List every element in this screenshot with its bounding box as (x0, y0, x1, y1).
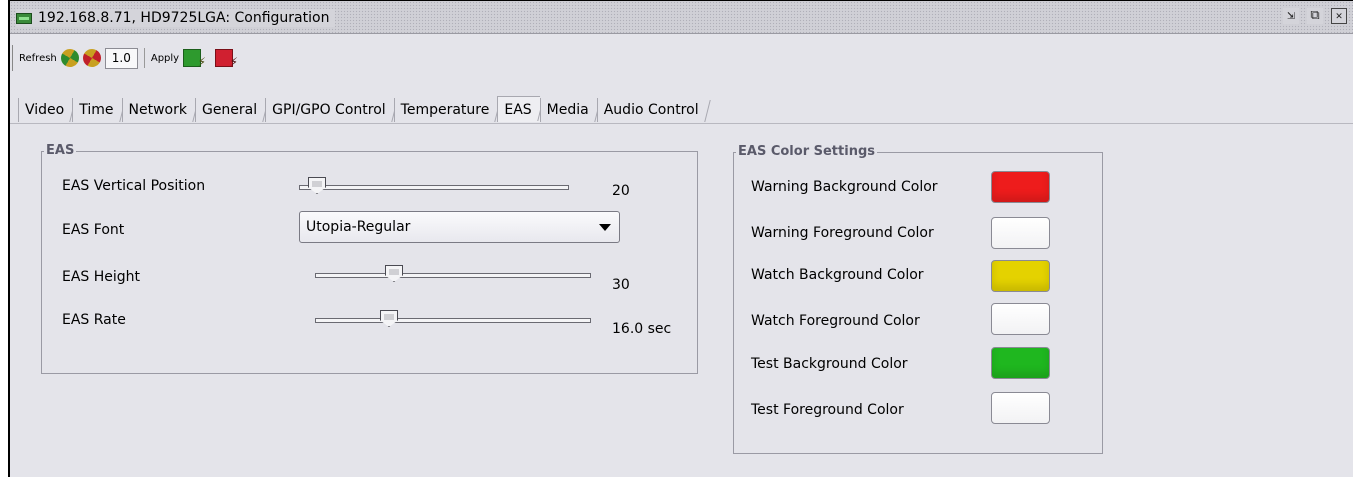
height-thumb[interactable] (385, 265, 403, 282)
maximize-icon[interactable]: ⧉ (1307, 8, 1323, 24)
tab-media[interactable]: Media (539, 98, 597, 122)
warning-bg-label: Warning Background Color (751, 179, 938, 195)
warning-fg-label: Warning Foreground Color (751, 225, 934, 241)
chevron-down-icon (599, 224, 611, 231)
tab-temperature[interactable]: Temperature (393, 98, 498, 122)
tab-underline (10, 123, 1353, 124)
tab-audio-control[interactable]: Audio Control (596, 98, 707, 122)
tab-general[interactable]: General (194, 98, 266, 122)
apply-disabled-icon[interactable] (215, 49, 238, 69)
tab-time[interactable]: Time (72, 98, 122, 122)
title-bar[interactable]: 192.168.8.71, HD9725LGA: Configuration ⇲… (10, 1, 1353, 34)
close-icon[interactable]: ✕ (1331, 8, 1347, 24)
refresh-icon[interactable] (57, 45, 83, 71)
toolbar: Refresh 1.0 Apply (10, 35, 1353, 92)
toolbar-row: Refresh 1.0 Apply (12, 45, 238, 71)
watch-fg-color-button[interactable] (991, 303, 1050, 335)
rate-thumb[interactable] (380, 310, 398, 327)
vertical-position-label: EAS Vertical Position (62, 178, 206, 194)
tab-video[interactable]: Video (18, 98, 73, 122)
font-select[interactable]: Utopia-Regular (299, 211, 620, 243)
watch-bg-color-button[interactable] (991, 260, 1050, 292)
apply-label: Apply (150, 52, 180, 64)
font-select-value: Utopia-Regular (306, 219, 411, 235)
test-bg-color-button[interactable] (991, 347, 1050, 379)
eas-color-settings-group: EAS Color Settings Warning Background Co… (733, 144, 1103, 454)
apply-icon[interactable] (183, 49, 206, 69)
warning-bg-color-button[interactable] (991, 171, 1050, 203)
tab-eas[interactable]: EAS (497, 96, 540, 122)
vertical-position-value: 20 (612, 183, 630, 199)
watch-fg-label: Watch Foreground Color (751, 313, 920, 329)
tab-network[interactable]: Network (121, 98, 195, 122)
warning-fg-color-button[interactable] (991, 217, 1050, 249)
height-value: 30 (612, 277, 630, 293)
toolbar-divider (143, 48, 145, 68)
tab-gpi-gpo-control[interactable]: GPI/GPO Control (265, 98, 394, 122)
config-window: 192.168.8.71, HD9725LGA: Configuration ⇲… (8, 0, 1353, 477)
eas-legend: EAS (44, 143, 77, 158)
refresh-label: Refresh (19, 52, 57, 64)
color-settings-legend: EAS Color Settings (736, 144, 877, 159)
height-label: EAS Height (62, 269, 141, 285)
window-controls: ⇲ ⧉ ✕ (1283, 8, 1347, 24)
rate-slider[interactable] (315, 310, 591, 327)
restore-icon[interactable]: ⇲ (1283, 8, 1299, 24)
font-label: EAS Font (62, 222, 125, 238)
test-fg-label: Test Foreground Color (751, 402, 904, 418)
vertical-position-slider[interactable] (299, 177, 569, 194)
eas-group: EAS EAS Vertical Position 20 EAS Font Ut… (41, 143, 698, 374)
rate-value: 16.0 sec (612, 321, 672, 337)
vertical-position-thumb[interactable] (308, 177, 326, 194)
title-group: 192.168.8.71, HD9725LGA: Configuration (16, 9, 336, 27)
test-bg-label: Test Background Color (751, 356, 908, 372)
refresh-interval-field[interactable]: 1.0 (104, 47, 138, 69)
device-icon (16, 12, 32, 24)
tab-bar: Video Time Network General GPI/GPO Contr… (18, 96, 707, 122)
watch-bg-label: Watch Background Color (751, 267, 924, 283)
height-slider[interactable] (315, 265, 591, 282)
window-title: 192.168.8.71, HD9725LGA: Configuration (38, 10, 330, 26)
test-fg-color-button[interactable] (991, 392, 1050, 424)
stop-refresh-icon[interactable] (79, 45, 105, 71)
rate-label: EAS Rate (62, 312, 126, 328)
